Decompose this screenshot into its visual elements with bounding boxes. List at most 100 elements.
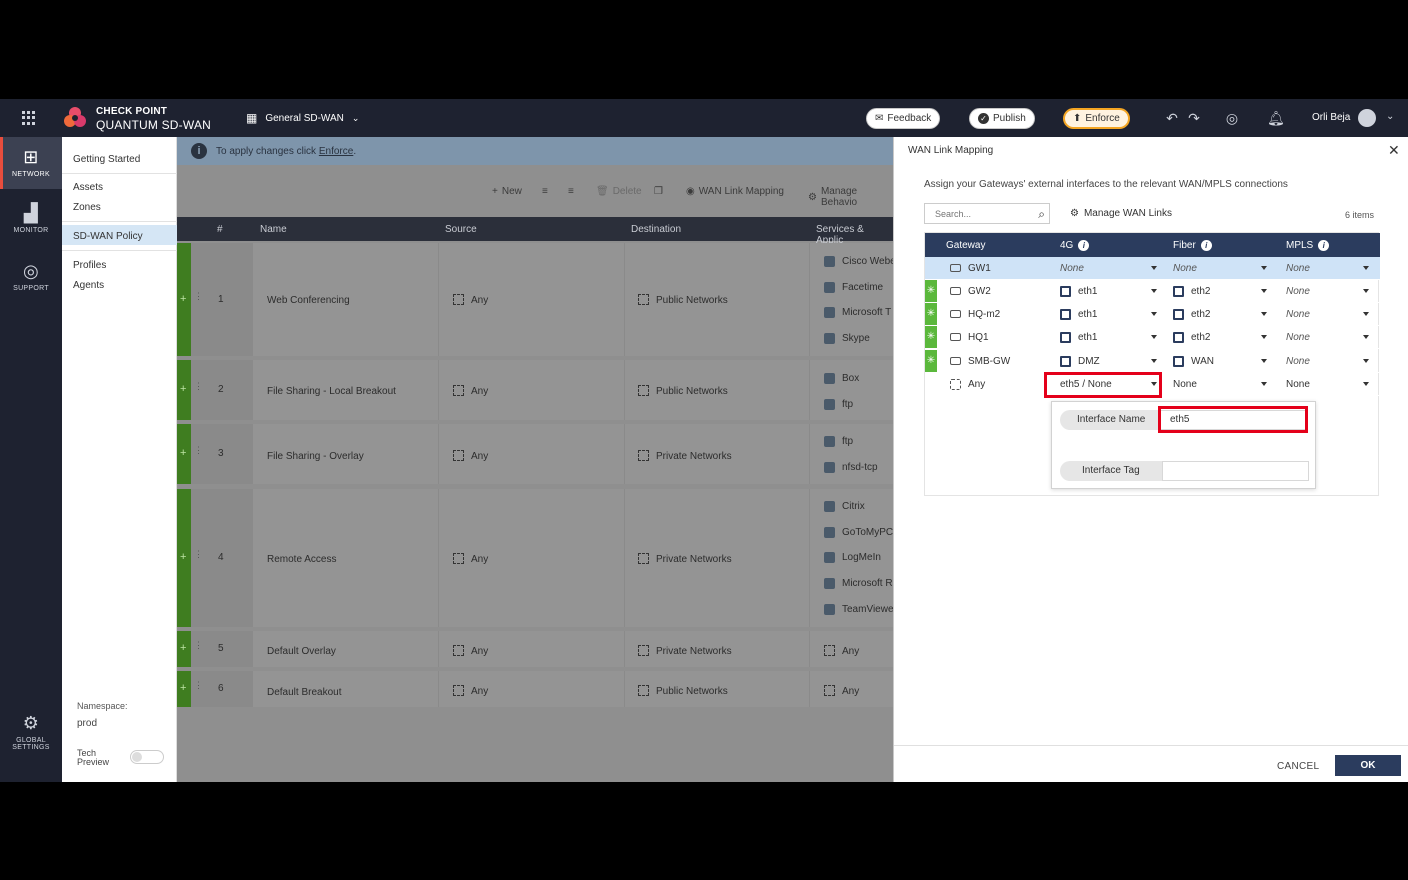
enforce-link[interactable]: Enforce xyxy=(319,146,353,157)
subnav-agents[interactable]: Agents xyxy=(73,280,104,291)
fiber-dropdown[interactable]: WAN xyxy=(1173,353,1273,370)
fiber-dropdown[interactable]: eth2 xyxy=(1173,283,1273,300)
gateway-row[interactable]: ✳ HQ1 eth1 eth2 None xyxy=(925,326,1380,349)
gears-icon: ⚙ xyxy=(808,191,817,203)
fiber-dropdown[interactable]: None xyxy=(1173,260,1273,277)
info-icon[interactable]: i xyxy=(1200,240,1212,251)
insert-above-icon[interactable]: ≡ xyxy=(542,186,548,197)
cell-destination: Public Networks xyxy=(625,671,809,707)
rule-number: 6 xyxy=(218,683,224,694)
fiber-dropdown[interactable]: None xyxy=(1173,376,1273,393)
mpls-dropdown[interactable]: None xyxy=(1286,260,1371,277)
clone-icon[interactable]: ❐ xyxy=(654,186,663,197)
subnav-sdwan-policy[interactable]: SD-WAN Policy xyxy=(73,231,143,242)
avatar[interactable] xyxy=(1358,109,1376,127)
table-row[interactable]: ⋮ 6 Default Breakout Any Public Networks… xyxy=(177,671,893,707)
cell-services: Any xyxy=(810,631,893,667)
drag-handle-icon[interactable]: ⋮ xyxy=(194,382,203,396)
cell-source: Any xyxy=(439,360,624,420)
plus-icon: + xyxy=(492,186,498,197)
bell-icon[interactable]: 🔔︎ xyxy=(1267,110,1285,126)
col-fiber: Fiber i xyxy=(1173,240,1212,251)
insert-below-icon[interactable]: ≡ xyxy=(568,186,574,197)
gateway-enabled-marker: ✳ xyxy=(925,280,937,302)
service-name: Cisco Webe xyxy=(842,256,893,267)
rule-destination: Public Networks xyxy=(638,294,728,306)
interface-icon xyxy=(1060,286,1071,297)
policy-main: i To apply changes click Enforce. + New … xyxy=(177,137,893,782)
service-item: ftp xyxy=(824,399,853,410)
nav-monitor[interactable]: ▟ MONITOR xyxy=(0,203,62,234)
network-object-icon xyxy=(638,553,649,564)
mpls-dropdown[interactable]: None xyxy=(1286,376,1371,393)
table-row[interactable]: ⋮ 4 Remote Access Any Private Networks C… xyxy=(177,489,893,627)
nav-support[interactable]: ◎ SUPPORT xyxy=(0,261,62,292)
table-row[interactable]: ⋮ 5 Default Overlay Any Private Networks… xyxy=(177,631,893,667)
4g-dropdown[interactable]: eth1 xyxy=(1060,283,1160,300)
search-icon[interactable]: ⌕ xyxy=(1038,207,1045,222)
user-menu-chevron-icon[interactable]: ⌄ xyxy=(1386,111,1394,122)
4g-dropdown[interactable]: None xyxy=(1060,260,1160,277)
mpls-dropdown[interactable]: None xyxy=(1286,306,1371,323)
rule-source-text: Any xyxy=(471,451,489,462)
subnav-assets[interactable]: Assets xyxy=(73,182,103,193)
rule-source-text: Any xyxy=(471,686,489,697)
mpls-dropdown[interactable]: None xyxy=(1286,283,1371,300)
4g-dropdown[interactable]: eth1 xyxy=(1060,306,1160,323)
gateway-row[interactable]: ✳ SMB-GW DMZ WAN None xyxy=(925,350,1380,373)
drag-handle-icon[interactable]: ⋮ xyxy=(194,550,203,564)
user-name[interactable]: Orli Beja xyxy=(1312,112,1350,123)
table-row[interactable]: ⋮ 3 File Sharing - Overlay Any Private N… xyxy=(177,424,893,484)
new-label: New xyxy=(501,186,522,197)
ok-button[interactable]: OK xyxy=(1335,755,1401,776)
redo-icon[interactable]: ↷ xyxy=(1186,110,1202,126)
rule-enabled-bar xyxy=(177,360,191,420)
gateway-row[interactable]: GW1 None None None xyxy=(925,257,1380,280)
app-launcher-icon[interactable] xyxy=(22,111,38,125)
drag-handle-icon[interactable]: ⋮ xyxy=(194,446,203,460)
wan-link-mapping-button[interactable]: ◉ WAN Link Mapping xyxy=(686,186,784,197)
gateway-row[interactable]: ✳ HQ-m2 eth1 eth2 None xyxy=(925,303,1380,326)
manage-behavior-button[interactable]: ⚙ Manage Behavio xyxy=(808,186,893,208)
tech-preview-toggle[interactable] xyxy=(130,750,164,764)
subnav-zones[interactable]: Zones xyxy=(73,202,101,213)
enforce-button[interactable]: ⬆ Enforce xyxy=(1063,108,1130,129)
fiber-dropdown[interactable]: eth2 xyxy=(1173,329,1273,346)
publish-button[interactable]: ✓ Publish xyxy=(969,108,1035,129)
dropdown-value: eth1 xyxy=(1078,309,1098,320)
gateway-row[interactable]: ✳ GW2 eth1 eth2 None xyxy=(925,280,1380,303)
delete-button[interactable]: 🗑︎ Delete xyxy=(596,186,642,197)
nav-network[interactable]: ⊞ NETWORK xyxy=(0,137,62,189)
undo-icon[interactable]: ↶ xyxy=(1164,110,1180,126)
table-row[interactable]: ⋮ 2 File Sharing - Local Breakout Any Pu… xyxy=(177,360,893,420)
caret-down-icon xyxy=(1261,382,1267,386)
manage-wan-links-button[interactable]: ⚙ Manage WAN Links xyxy=(1070,208,1172,219)
policy-selector[interactable]: ▦ General SD-WAN ⌄ xyxy=(246,111,359,125)
drag-handle-icon[interactable]: ⋮ xyxy=(194,291,203,306)
building-icon: ▦ xyxy=(246,111,258,125)
search-input[interactable] xyxy=(925,204,1025,223)
mpls-dropdown[interactable]: None xyxy=(1286,329,1371,346)
interface-tag-input[interactable] xyxy=(1162,461,1309,481)
nav-global-settings[interactable]: ⚙ GLOBAL SETTINGS xyxy=(0,713,62,751)
table-row[interactable]: ⋮ 1 Web Conferencing Any Public Networks… xyxy=(177,243,893,356)
info-icon[interactable]: i xyxy=(1318,240,1330,251)
delete-label: Delete xyxy=(612,186,642,197)
drag-handle-icon[interactable]: ⋮ xyxy=(194,641,203,655)
4g-dropdown[interactable]: eth1 xyxy=(1060,329,1160,346)
cell-destination: Private Networks xyxy=(625,631,809,667)
4g-dropdown[interactable]: DMZ xyxy=(1060,353,1160,370)
cancel-button[interactable]: CANCEL xyxy=(1277,761,1319,772)
close-icon[interactable]: ✕ xyxy=(1388,142,1400,159)
drag-handle-icon[interactable]: ⋮ xyxy=(194,681,203,695)
info-icon[interactable]: i xyxy=(1078,240,1090,251)
support-lifebuoy-icon[interactable]: ◎ xyxy=(1224,110,1240,126)
cell-name: Default Overlay xyxy=(253,631,438,667)
feedback-button[interactable]: ✉ Feedback xyxy=(866,108,941,129)
mpls-dropdown[interactable]: None xyxy=(1286,353,1371,370)
subnav-profiles[interactable]: Profiles xyxy=(73,260,106,271)
rule-name: Web Conferencing xyxy=(267,295,350,306)
new-button[interactable]: + New xyxy=(492,186,522,197)
fiber-dropdown[interactable]: eth2 xyxy=(1173,306,1273,323)
subnav-getting-started[interactable]: Getting Started xyxy=(73,154,140,165)
